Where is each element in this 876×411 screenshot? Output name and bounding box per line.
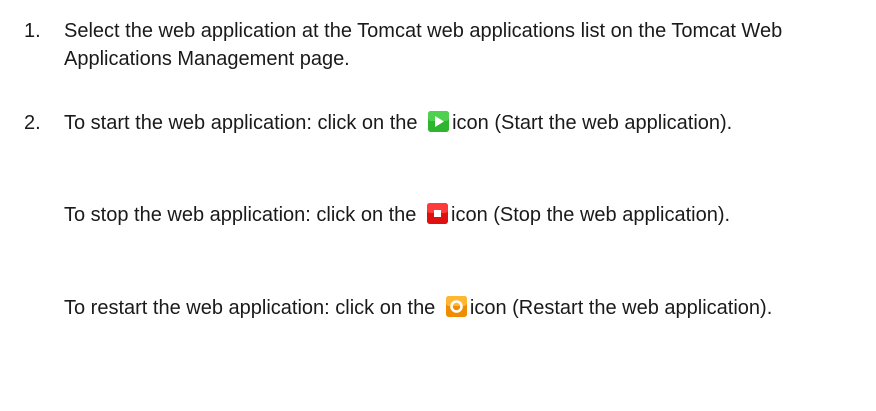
instructions-document: 1. Select the web application at the Tom… — [0, 0, 876, 411]
step-number: 2. — [24, 112, 41, 134]
restart-text-after: icon (Restart the web application). — [469, 297, 773, 319]
start-text-after: icon (Start the web application). — [452, 112, 733, 134]
step-text: Select the web application at the Tomcat… — [64, 20, 783, 70]
stop-icon — [427, 203, 448, 224]
stop-text-after: icon (Stop the web application). — [451, 204, 731, 226]
restart-instruction: To restart the web application: click on… — [64, 290, 864, 327]
stop-text-before: To stop the web application: click on th… — [64, 204, 417, 226]
start-instruction: To start the web application: click on t… — [64, 105, 864, 142]
restart-text-before: To restart the web application: click on… — [64, 297, 436, 319]
restart-icon — [445, 296, 467, 317]
play-icon — [428, 111, 450, 132]
start-text-before: To start the web application: click on t… — [64, 112, 418, 134]
step-number: 1. — [24, 20, 41, 42]
stop-instruction: To stop the web application: click on th… — [64, 197, 864, 234]
